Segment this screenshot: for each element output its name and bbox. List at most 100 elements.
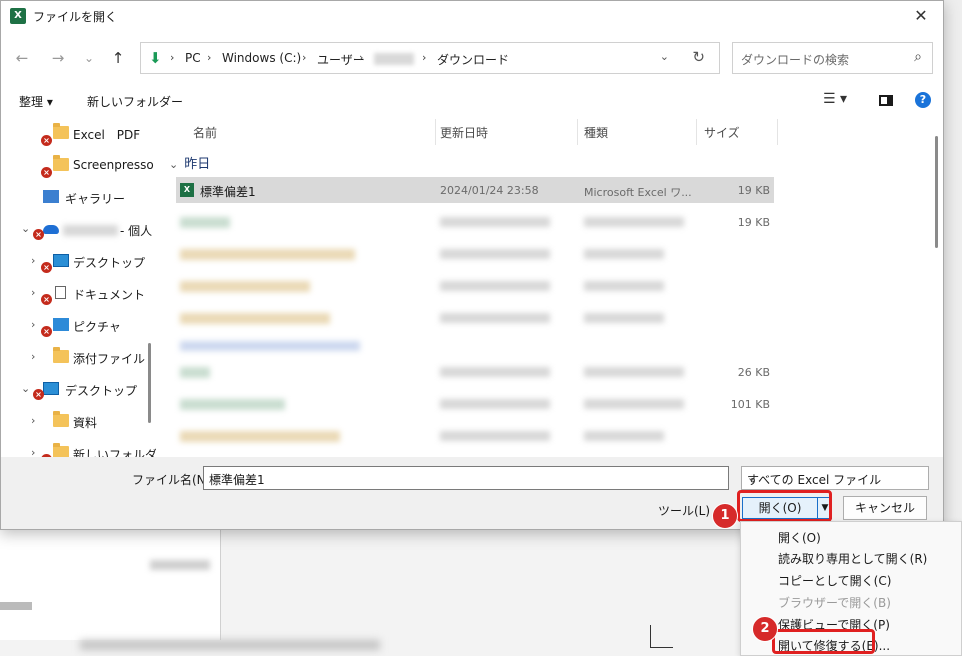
chevron-right-icon[interactable]: › bbox=[31, 414, 43, 427]
breadcrumb-separator[interactable]: › bbox=[170, 51, 174, 64]
step-badge-1: 1 bbox=[712, 503, 738, 529]
sidebar-item-label: 新しいフォルダー bbox=[73, 448, 156, 457]
download-icon: ⬇ bbox=[149, 49, 162, 67]
breadcrumb-separator[interactable]: › bbox=[359, 51, 363, 64]
sidebar-item-onedrive[interactable]: ⌄ × - 個人 bbox=[21, 217, 153, 243]
view-options-icon[interactable]: ☰ ▾ bbox=[823, 91, 847, 107]
step-badge-2: 2 bbox=[752, 616, 778, 642]
pictures-icon bbox=[53, 318, 69, 331]
chevron-right-icon[interactable]: › bbox=[31, 350, 43, 363]
column-divider[interactable] bbox=[777, 119, 778, 145]
group-label: 昨日 bbox=[184, 157, 211, 172]
table-row[interactable]: 19 KB bbox=[176, 209, 774, 235]
column-header-modified[interactable]: 更新日時 bbox=[436, 119, 577, 145]
sidebar-item-materials[interactable]: › 資料 bbox=[31, 409, 151, 435]
chevron-down-icon[interactable]: ⌄ bbox=[21, 222, 33, 235]
excel-file-icon: X bbox=[180, 183, 194, 197]
column-header-label: 種類 bbox=[584, 126, 609, 140]
sidebar-item-attachments[interactable]: › 添付ファイル bbox=[31, 345, 151, 371]
close-icon[interactable]: ✕ bbox=[899, 1, 943, 31]
filename-input[interactable]: 標準偏差1 ⌄ bbox=[203, 466, 729, 490]
folder-icon bbox=[53, 155, 69, 171]
column-header-label: 更新日時 bbox=[440, 126, 489, 140]
cancel-button[interactable]: キャンセル bbox=[843, 496, 927, 520]
file-type: Microsoft Excel ワ... bbox=[584, 186, 692, 199]
chevron-down-icon[interactable]: ⌄ bbox=[169, 158, 178, 171]
blurred-content bbox=[180, 367, 210, 378]
forward-arrow-icon[interactable]: → bbox=[47, 47, 69, 69]
back-arrow-icon[interactable]: ← bbox=[11, 47, 33, 69]
table-row[interactable]: 101 KB bbox=[176, 391, 774, 417]
menu-item-open-as-copy[interactable]: コピーとして開く(C) bbox=[778, 572, 891, 589]
table-row[interactable]: 26 KB bbox=[176, 359, 774, 385]
preview-pane-icon[interactable] bbox=[879, 95, 893, 106]
file-size: 19 KB bbox=[737, 216, 770, 229]
folder-icon bbox=[53, 123, 69, 139]
table-row[interactable] bbox=[176, 273, 774, 299]
file-list-scrollbar[interactable] bbox=[935, 136, 938, 248]
column-header-type[interactable]: 種類 bbox=[578, 119, 696, 145]
blurred-content bbox=[180, 281, 310, 292]
help-icon[interactable]: ? bbox=[915, 92, 931, 108]
title-bar: X ファイルを開く ✕ bbox=[1, 1, 943, 31]
column-header-size[interactable]: サイズ bbox=[697, 119, 777, 145]
breadcrumb-separator[interactable]: › bbox=[422, 51, 426, 64]
account-name-blurred bbox=[63, 225, 118, 236]
sidebar-item-excel-pdf[interactable]: × Excel PDF bbox=[35, 121, 150, 147]
group-header-blurred[interactable] bbox=[176, 333, 774, 359]
sidebar-item-label: - 個人 bbox=[120, 224, 153, 238]
sidebar-item-desktop[interactable]: › × デスクトップ bbox=[31, 249, 151, 275]
gallery-icon bbox=[43, 190, 59, 203]
address-dropdown-icon[interactable]: ⌄ bbox=[660, 50, 669, 63]
chevron-down-icon[interactable]: ⌄ bbox=[21, 382, 33, 395]
excel-app-icon: X bbox=[10, 8, 26, 24]
sync-error-icon: × bbox=[41, 167, 52, 178]
sidebar-item-label: 資料 bbox=[73, 416, 98, 430]
organize-button[interactable]: 整理 ▾ bbox=[19, 93, 53, 110]
refresh-icon[interactable]: ↻ bbox=[692, 48, 705, 66]
menu-item-open-read-only[interactable]: 読み取り専用として開く(R) bbox=[778, 550, 927, 567]
breadcrumb-drive[interactable]: Windows (C:) bbox=[222, 51, 301, 65]
up-arrow-icon[interactable]: ↑ bbox=[107, 47, 129, 69]
breadcrumb-pc[interactable]: PC bbox=[185, 51, 201, 65]
tools-button[interactable]: ツール(L) bbox=[658, 502, 710, 519]
background-blur bbox=[0, 602, 32, 610]
sidebar-item-desktop-root[interactable]: ⌄ × デスクトップ bbox=[21, 377, 151, 403]
chevron-down-icon[interactable]: ⌄ bbox=[209, 471, 722, 484]
sync-error-icon: × bbox=[41, 294, 52, 305]
blurred-content bbox=[584, 399, 684, 409]
open-and-repair-highlight bbox=[772, 629, 875, 654]
new-folder-button[interactable]: 新しいフォルダー bbox=[87, 93, 183, 110]
search-box[interactable]: ダウンロードの検索 ⌕ bbox=[732, 42, 933, 74]
column-header-name[interactable]: 名前 bbox=[159, 119, 435, 145]
breadcrumb-username-blurred[interactable] bbox=[374, 53, 414, 65]
breadcrumb-users[interactable]: ユーザー bbox=[317, 51, 365, 68]
sync-error-icon: × bbox=[33, 229, 44, 240]
sidebar-scrollbar[interactable] bbox=[148, 343, 151, 423]
file-type-select[interactable]: すべての Excel ファイル ⌄ bbox=[741, 466, 929, 490]
address-bar[interactable]: ⬇ › PC › Windows (C:) › ユーザー › › ダウンロード … bbox=[140, 42, 720, 74]
search-icon[interactable]: ⌕ bbox=[914, 49, 922, 65]
breadcrumb-separator[interactable]: › bbox=[302, 51, 306, 64]
background-corner-mark bbox=[650, 625, 673, 648]
chevron-down-icon[interactable]: ⌄ bbox=[747, 471, 922, 484]
table-row[interactable] bbox=[176, 241, 774, 267]
breadcrumb-downloads[interactable]: ダウンロード bbox=[437, 51, 509, 68]
sidebar-item-new-folder[interactable]: › × 新しいフォルダー bbox=[31, 441, 156, 457]
menu-item-open[interactable]: 開く(O) bbox=[778, 529, 821, 546]
blurred-content bbox=[180, 431, 340, 442]
table-row[interactable] bbox=[176, 305, 774, 331]
sidebar-item-documents[interactable]: › × ドキュメント bbox=[31, 281, 151, 307]
folder-icon bbox=[53, 411, 69, 427]
group-header-yesterday[interactable]: ⌄ 昨日 bbox=[169, 153, 210, 172]
breadcrumb-separator[interactable]: › bbox=[207, 51, 211, 64]
sidebar-item-gallery[interactable]: ギャラリー bbox=[35, 185, 150, 211]
sidebar-item-pictures[interactable]: › × ピクチャ bbox=[31, 313, 151, 339]
recent-locations-chevron-icon[interactable]: ⌄ bbox=[78, 47, 100, 69]
sidebar-item-screenpresso[interactable]: × Screenpresso bbox=[35, 153, 154, 179]
table-row[interactable] bbox=[176, 423, 774, 449]
blurred-content bbox=[584, 217, 684, 227]
sidebar-item-label: デスクトップ bbox=[65, 384, 138, 398]
blurred-content bbox=[440, 431, 550, 441]
table-row[interactable]: X 標準偏差1 2024/01/24 23:58 Microsoft Excel… bbox=[176, 177, 774, 203]
